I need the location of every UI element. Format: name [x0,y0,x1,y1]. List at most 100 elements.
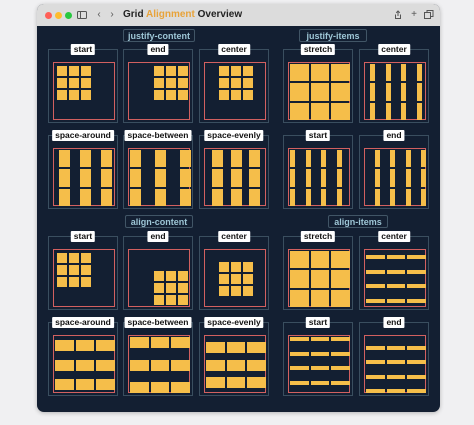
demo-justify-content-space-evenly: space-evenly [199,130,269,209]
grid-item [129,169,141,187]
grid-item [407,374,427,379]
grid-item [96,379,116,390]
sidebar-icon[interactable] [77,10,87,20]
forward-icon[interactable]: › [107,10,117,20]
demo-label: center [218,44,250,55]
grid-item [231,90,241,100]
demo-justify-items-start: start [283,130,353,209]
grid-item [171,337,191,348]
grid-item [243,262,253,272]
demo-justify-content-space-between: space-between [123,130,193,209]
grid-item [79,169,91,187]
grid-item [331,83,350,101]
grid-item [386,345,406,350]
grid-item [336,169,342,187]
grid-item [336,188,342,206]
grid-item [57,78,67,88]
grid-item [421,169,426,187]
grid-item [370,83,376,101]
tabs-icon[interactable] [424,10,434,20]
grid-item [290,251,309,269]
grid-item [57,253,67,263]
grid-item [81,66,91,76]
share-icon[interactable] [393,10,403,20]
demo-label: end [383,317,405,328]
grid-item [247,359,267,371]
grid-item [154,283,164,293]
grid-item [310,270,330,288]
grid-item [243,78,253,88]
grid-item [230,188,242,206]
new-tab-icon[interactable]: + [409,10,419,20]
grid-item [374,150,380,168]
demo-label: center [378,231,410,242]
close-button[interactable] [45,12,52,19]
grid-item [69,66,79,76]
zoom-button[interactable] [65,12,72,19]
back-icon[interactable]: ‹ [94,10,104,20]
grid-item [206,342,225,353]
grid-item [366,298,385,303]
grid-item [331,337,351,341]
grid-item [390,150,395,168]
grid-item [331,366,351,370]
grid-item [226,377,246,388]
grid-item [81,253,91,263]
grid-item [81,265,91,275]
grid-item [178,295,188,305]
grid-item [331,102,350,120]
grid-item [249,169,260,187]
demo-label: start [70,44,96,55]
grid-item [407,255,427,260]
grid-item [331,251,350,269]
grid-item [370,102,376,120]
demo-label: space-evenly [204,317,264,328]
demo-label: space-around [52,130,114,141]
grid-item [231,66,241,76]
grid-item [154,271,164,281]
grid-item [166,66,176,76]
grid-item [290,270,309,288]
grid-item [243,66,253,76]
demo-label: stretch [300,231,336,242]
grid-item [154,150,166,168]
section-align-content: align-content [125,215,193,228]
grid-item [166,78,176,88]
grid-item [226,359,246,371]
grid-item [96,340,116,351]
grid-item [290,169,295,187]
grid-item [321,169,326,187]
demo-label: space-around [52,317,114,328]
grid-item [154,90,164,100]
grid-item [79,150,91,168]
grid-item [166,283,176,293]
grid-item [219,274,229,284]
grid-item [150,337,170,348]
grid-item [179,150,191,168]
grid-item [310,351,330,356]
grid-item [129,150,141,168]
minimize-button[interactable] [55,12,62,19]
grid-item [69,78,79,88]
grid-item [226,342,246,353]
grid-item [69,90,79,100]
demo-justify-content-space-around: space-around [48,130,118,209]
grid-item [290,380,309,385]
grid-item [154,188,166,206]
grid-item [290,188,295,206]
grid-item [96,359,116,371]
grid-item [69,277,79,287]
grid-item [386,389,406,393]
demo-justify-items-stretch: stretch [283,44,353,123]
grid-item [416,64,422,82]
grid-item [231,274,241,284]
grid-item [407,269,427,274]
grid-item [310,251,330,269]
grid-item [249,188,260,206]
grid-item [243,274,253,284]
grid-item [385,83,391,101]
grid-item [321,188,326,206]
demo-align-content-space-around: space-around [48,317,118,396]
grid-item [75,379,95,390]
grid-item [166,271,176,281]
